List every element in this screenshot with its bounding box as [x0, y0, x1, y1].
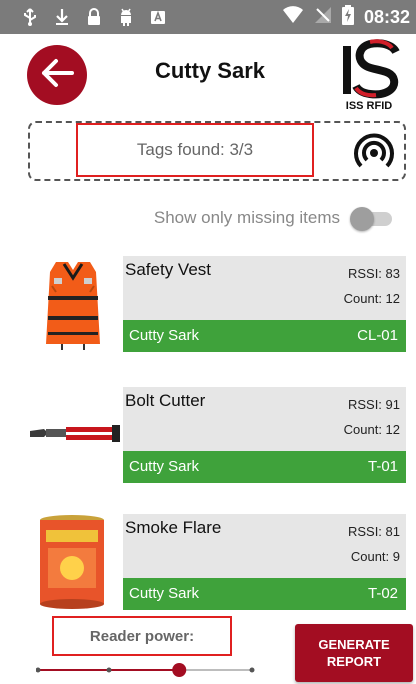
bolt-cutter-image [26, 387, 120, 483]
item-code: T-01 [367, 458, 398, 475]
download-icon [54, 8, 70, 26]
tags-found-label: Tags found: 3/3 [76, 123, 314, 177]
item-code: CL-01 [357, 327, 398, 344]
wifi-icon [282, 5, 304, 29]
smoke-flare-image [26, 514, 120, 610]
list-item[interactable]: Bolt Cutter RSSI: 91 Count: 12 Cutty Sar… [0, 387, 416, 487]
toggle-knob [350, 207, 374, 231]
item-count: Count: 12 [343, 422, 400, 437]
slider-thumb [172, 663, 187, 677]
missing-filter-toggle[interactable] [350, 207, 392, 231]
status-bar: 08:32 [0, 0, 416, 34]
generate-report-button[interactable]: GENERATE REPORT [295, 624, 413, 682]
missing-filter-label: Show only missing items [153, 208, 340, 227]
item-location-bar: Cutty Sark CL-01 [123, 320, 406, 352]
android-icon [118, 8, 134, 26]
item-count: Count: 9 [350, 549, 400, 564]
item-location-bar: Cutty Sark T-02 [123, 578, 406, 610]
item-count: Count: 12 [343, 291, 400, 306]
reader-power-slider[interactable] [35, 660, 256, 680]
no-signal-icon [314, 6, 332, 29]
item-name: Safety Vest [125, 260, 211, 279]
arrow-left-icon [40, 58, 74, 93]
battery-charging-icon [341, 4, 354, 30]
item-rssi: RSSI: 81 [347, 524, 400, 539]
reader-power-label: Reader power: [52, 616, 232, 656]
list-item[interactable]: Safety Vest RSSI: 83 Count: 12 Cutty Sar… [0, 256, 416, 356]
lock-icon [86, 8, 102, 26]
list-item[interactable]: Smoke Flare RSSI: 81 Count: 9 Cutty Sark… [0, 514, 416, 614]
keyboard-icon [150, 8, 166, 26]
usb-icon [22, 8, 38, 26]
item-code: T-02 [367, 585, 398, 602]
item-card: Bolt Cutter RSSI: 91 Count: 12 Cutty Sar… [123, 387, 406, 483]
generate-label-line2: REPORT [326, 654, 382, 669]
logo-text: ISS RFID [345, 100, 393, 112]
back-button[interactable] [27, 45, 87, 105]
item-location: Cutty Sark [129, 585, 200, 602]
item-location-bar: Cutty Sark T-01 [123, 451, 406, 483]
safety-vest-image [26, 256, 120, 352]
item-name: Smoke Flare [125, 518, 222, 537]
rfid-scan-icon[interactable] [352, 133, 396, 171]
item-rssi: RSSI: 83 [347, 266, 400, 281]
item-location: Cutty Sark [129, 458, 200, 475]
item-name: Bolt Cutter [125, 391, 206, 410]
item-location: Cutty Sark [129, 327, 200, 344]
page-title: Cutty Sark [154, 58, 266, 83]
item-card: Safety Vest RSSI: 83 Count: 12 Cutty Sar… [123, 256, 406, 352]
iss-rfid-logo: ISS RFID [336, 38, 402, 114]
clock: 08:32 [363, 6, 410, 27]
item-rssi: RSSI: 91 [347, 397, 400, 412]
generate-label-line1: GENERATE [318, 637, 390, 652]
item-card: Smoke Flare RSSI: 81 Count: 9 Cutty Sark… [123, 514, 406, 610]
